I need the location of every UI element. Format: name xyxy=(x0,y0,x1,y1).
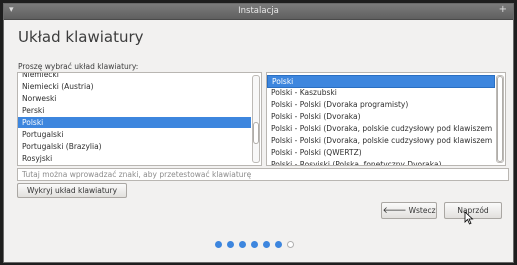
variant-list-item[interactable]: Polski - Polski (Dvoraka) xyxy=(267,111,495,122)
variant-list-item[interactable]: Polski - Kaszubski xyxy=(267,87,495,98)
variant-list-scroll-thumb[interactable] xyxy=(497,76,503,162)
page-title: Układ klawiatury xyxy=(18,28,144,46)
variant-list-item[interactable]: Polski - Polski (QWERTZ) xyxy=(267,147,495,158)
progress-dot xyxy=(239,241,246,248)
back-arrow-icon: 🡐 xyxy=(382,206,407,216)
window-title: Instalacja xyxy=(238,6,279,16)
progress-dot xyxy=(263,241,270,248)
variant-list-item[interactable]: Polski - Rosyjski (Polska, fonetyczny Dv… xyxy=(267,159,495,165)
progress-dot xyxy=(275,241,282,248)
variant-list[interactable]: Polski Polski - Kaszubski Polski - Polski … xyxy=(266,72,506,166)
variant-list-scrollbar[interactable] xyxy=(496,75,504,163)
layout-list-item[interactable]: Portugalski (Brazylia) xyxy=(18,141,251,152)
installer-window: ▾ Instalacja + Układ klawiatury Proszę w… xyxy=(3,3,514,263)
variant-list-item[interactable]: Polski - Polski (Dvoraka programisty) xyxy=(267,99,495,110)
layout-list-item[interactable]: Perski xyxy=(18,105,251,116)
progress-dot xyxy=(215,241,222,248)
layout-list-item[interactable]: Rumuński xyxy=(18,165,251,166)
variant-list-item[interactable]: Polski - Polski (Dvoraka, polskie cudzys… xyxy=(267,135,495,146)
back-button-label: Wstecz xyxy=(408,206,436,215)
layout-list-item[interactable]: Niemiecki (Austria) xyxy=(18,81,251,92)
layout-list[interactable]: Niemiecki Niemiecki (Austria) Norweski Pers… xyxy=(17,72,262,166)
progress-dot xyxy=(287,241,294,248)
progress-dot xyxy=(227,241,234,248)
mouse-cursor-icon xyxy=(464,211,474,225)
layout-list-item[interactable]: Rosyjski xyxy=(18,153,251,164)
layout-list-item[interactable]: Portugalski xyxy=(18,129,251,140)
keyboard-test-input[interactable]: Tutaj można wprowadzać znaki, aby przete… xyxy=(17,168,509,181)
title-bar: ▾ Instalacja + xyxy=(4,4,513,20)
back-button[interactable]: 🡐 Wstecz xyxy=(381,202,437,219)
layout-list-item[interactable]: Polski xyxy=(18,117,251,128)
layout-list-item[interactable]: Niemiecki xyxy=(18,73,251,80)
layout-list-item[interactable]: Norweski xyxy=(18,93,251,104)
layout-prompt: Proszę wybrać układ klawiatury: xyxy=(18,62,139,71)
progress-dot xyxy=(251,241,258,248)
layout-list-scroll-thumb[interactable] xyxy=(253,122,259,144)
detect-layout-button[interactable]: Wykryj układ klawiatury xyxy=(17,183,127,198)
layout-list-scrollbar[interactable] xyxy=(252,75,260,163)
window-add-icon[interactable]: + xyxy=(499,4,507,15)
variant-list-item[interactable]: Polski - Polski (Dvoraka, polskie cudzys… xyxy=(267,123,495,134)
